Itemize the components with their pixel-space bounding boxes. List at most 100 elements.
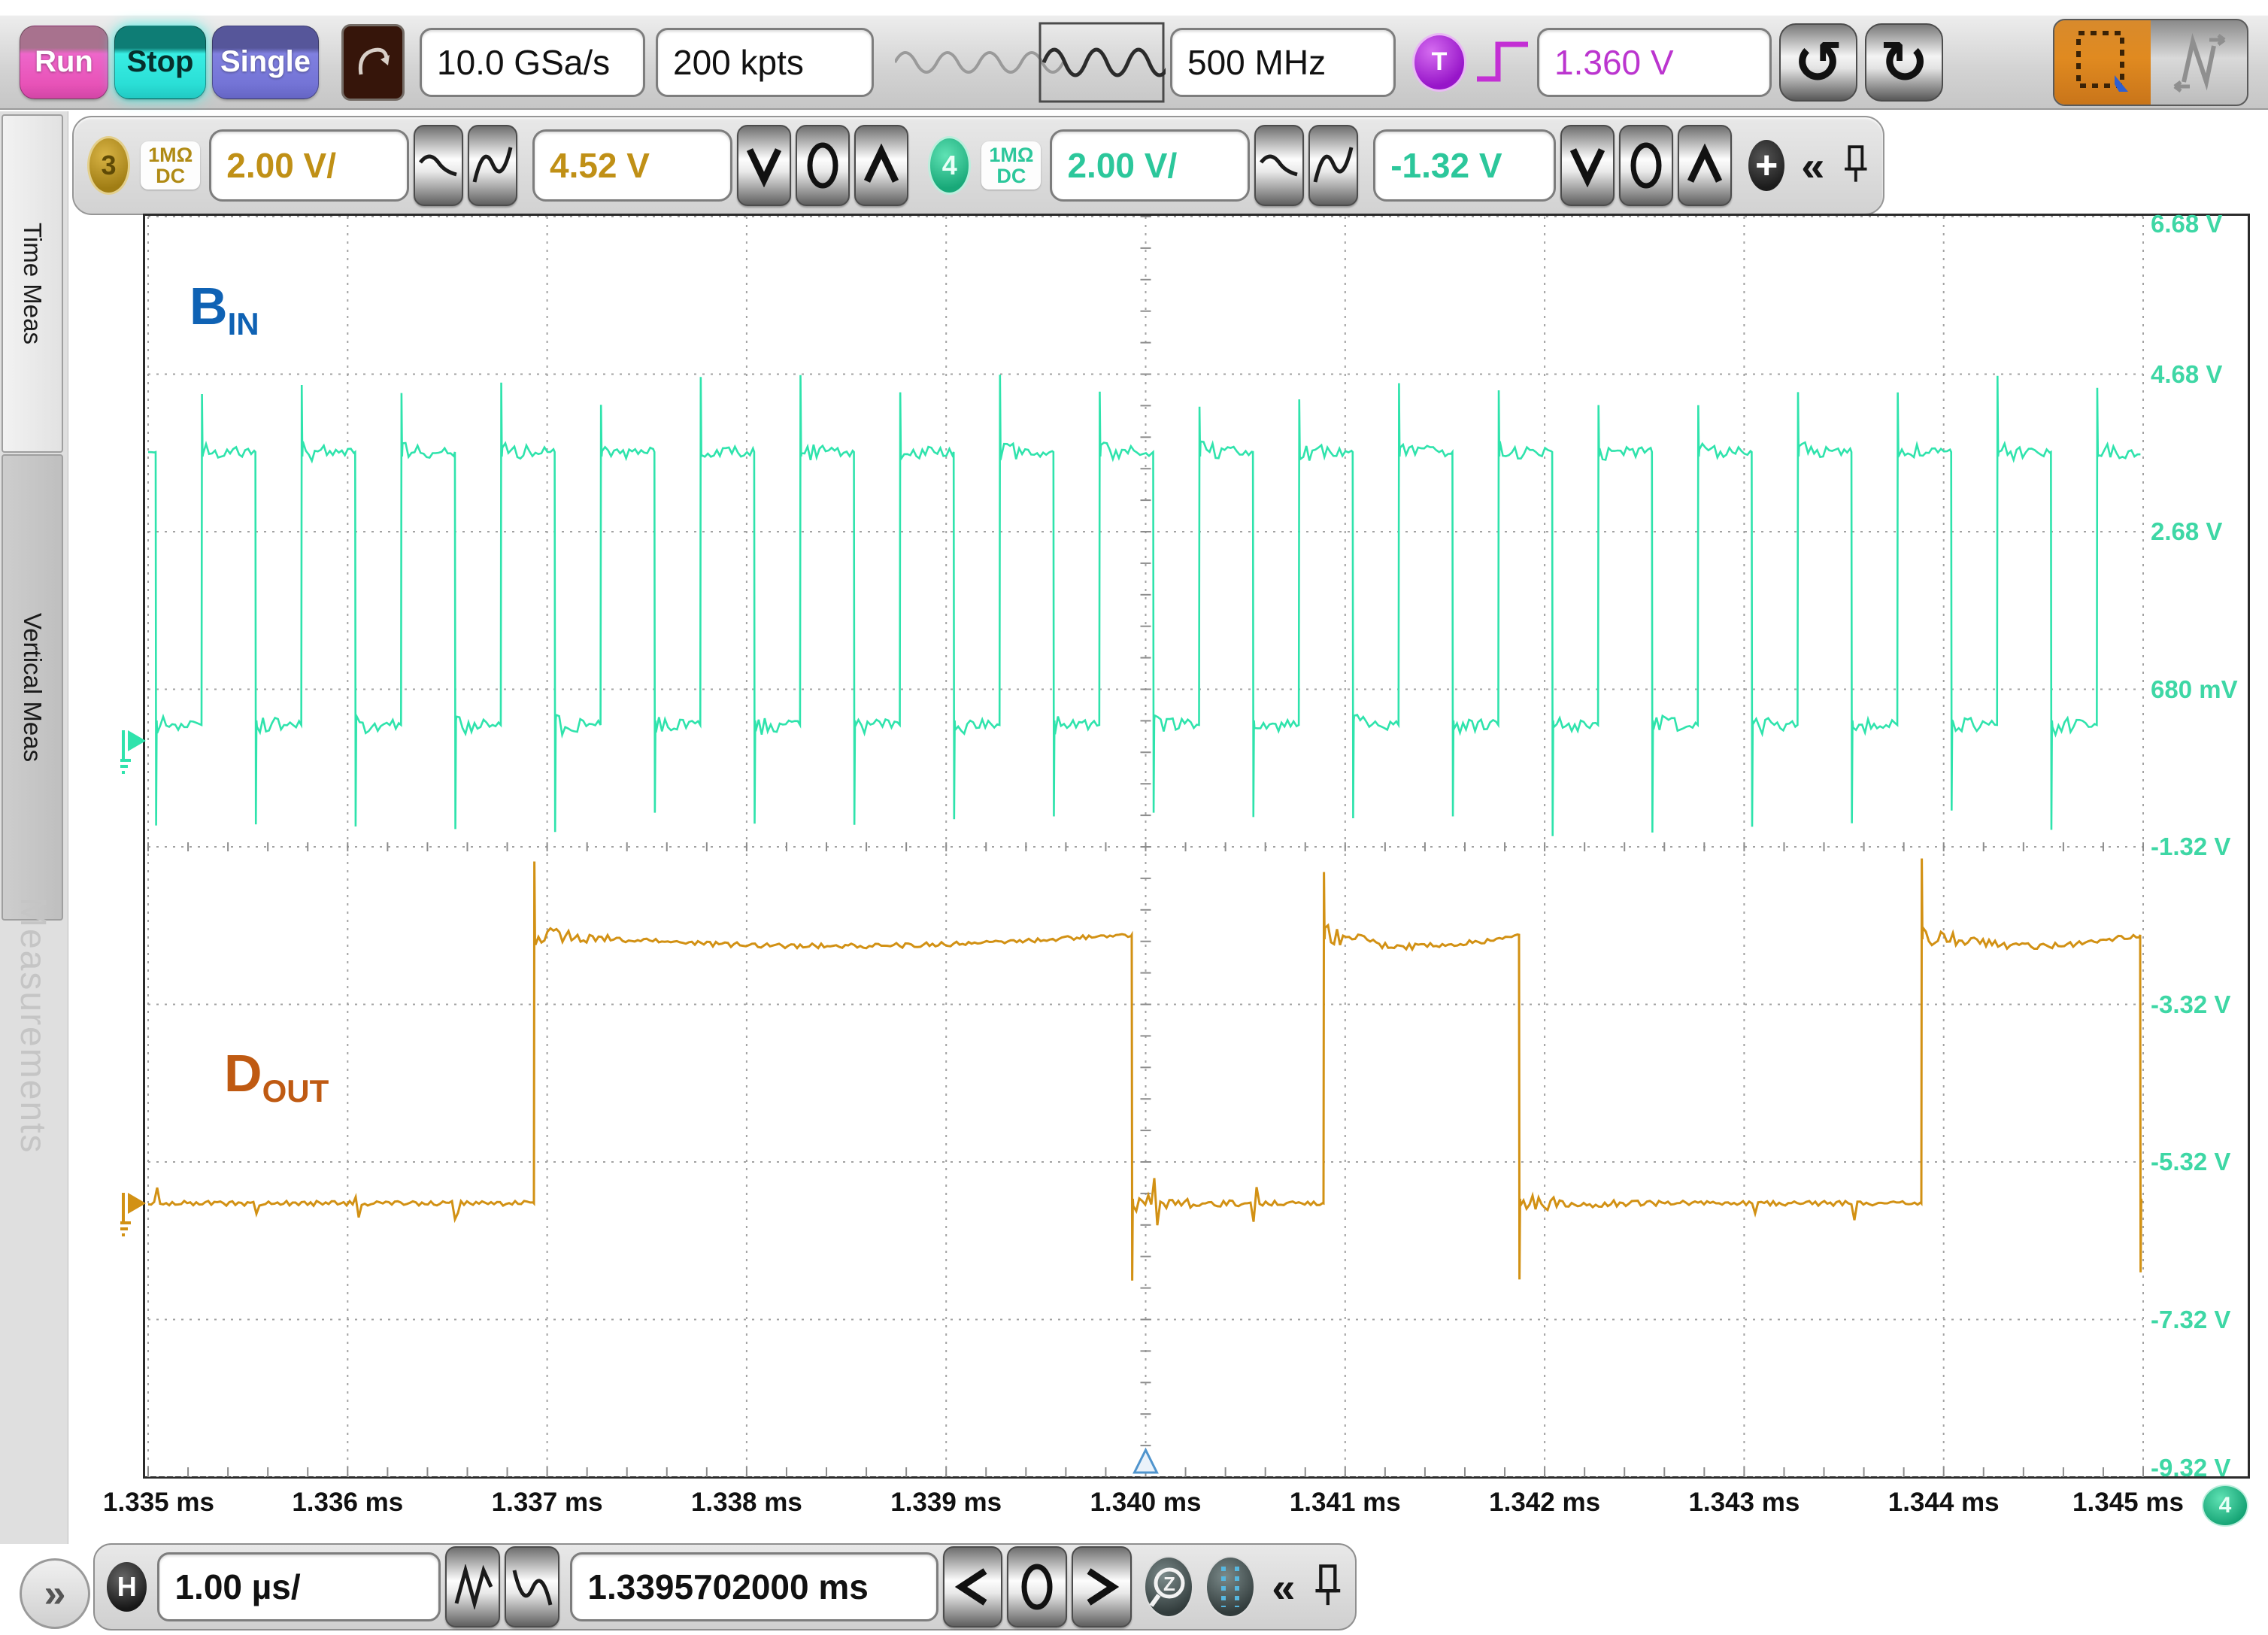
channel-4-impedance: 1MΩ xyxy=(989,144,1033,165)
trigger-symbol: T xyxy=(1432,47,1448,77)
expand-panel-button[interactable]: » xyxy=(20,1558,90,1629)
h-badge-label: H xyxy=(117,1571,137,1603)
channel-4-ground-marker[interactable] xyxy=(120,730,146,772)
annotation-d-out: DOUT xyxy=(224,1047,329,1107)
channel-3-offset-up-button[interactable] xyxy=(854,125,908,206)
undo-button[interactable]: ↺ xyxy=(1779,23,1857,102)
horizontal-mode-badge[interactable]: H xyxy=(107,1562,147,1612)
channel-4-offset-value: -1.32 V xyxy=(1390,145,1502,186)
channel-3-scale-coarse-button[interactable] xyxy=(468,125,517,206)
position-left-button[interactable] xyxy=(943,1546,1003,1627)
acquire-mode-button[interactable] xyxy=(341,24,405,101)
time-label: 1.340 ms xyxy=(1090,1488,1202,1518)
trigger-position-marker[interactable] xyxy=(1135,1450,1157,1473)
channel-3-offset-field[interactable]: 4.52 V xyxy=(532,129,732,202)
chevron-down-icon xyxy=(1567,144,1608,187)
time-label: 1.345 ms xyxy=(2072,1488,2184,1518)
position-right-button[interactable] xyxy=(1072,1546,1132,1627)
timebase-zoom-button[interactable] xyxy=(445,1546,500,1627)
cursors-icon xyxy=(1208,1562,1252,1612)
annotation-b-in: BIN xyxy=(190,280,259,340)
tab-time-meas-label: Time Meas xyxy=(18,223,47,344)
add-channel-button[interactable]: + xyxy=(1748,140,1784,191)
channel-3-offset-zero-button[interactable] xyxy=(796,125,850,206)
time-label: 1.343 ms xyxy=(1688,1488,1800,1518)
channel-4-badge[interactable]: 4 xyxy=(928,136,971,195)
small-wave-icon xyxy=(1258,149,1300,182)
small-wave-icon xyxy=(417,149,459,182)
zero-icon xyxy=(1017,1562,1057,1612)
zoom-mode-button[interactable]: Z xyxy=(1144,1556,1193,1618)
bandwidth-sine-boxed-icon[interactable] xyxy=(1038,17,1166,108)
bandwidth-value: 500 MHz xyxy=(1187,42,1326,83)
channel-3-scale-value: 2.00 V/ xyxy=(226,145,336,186)
channel-3-offset-down-button[interactable] xyxy=(737,125,791,206)
annotation-b-in-main: B xyxy=(190,277,228,335)
channel-3-scale-fine-button[interactable] xyxy=(414,125,463,206)
trigger-level-field[interactable]: 1.360 V xyxy=(1537,28,1772,97)
channel-3-scale-field[interactable]: 2.00 V/ xyxy=(209,129,409,202)
horizontal-position-value: 1.3395702000 ms xyxy=(587,1567,868,1607)
waveform-canvas[interactable] xyxy=(120,215,2248,1477)
stop-button[interactable]: Stop xyxy=(114,26,206,99)
waveform-transfer-button[interactable] xyxy=(2151,20,2247,105)
time-label: 1.338 ms xyxy=(691,1488,802,1518)
zero-icon xyxy=(802,141,843,190)
channel-4-offset-up-button[interactable] xyxy=(1678,125,1732,206)
voltage-label: 2.68 V xyxy=(2151,517,2245,546)
pin-hbar-button[interactable] xyxy=(1313,1560,1343,1614)
undo-icon: ↺ xyxy=(1793,33,1842,92)
channel-4-offset-down-button[interactable] xyxy=(1560,125,1615,206)
channel-4-coupling[interactable]: 1MΩ DC xyxy=(981,141,1041,190)
collapse-hbar-button[interactable]: « xyxy=(1272,1563,1295,1612)
trace-channel-4 xyxy=(148,375,2140,836)
redo-icon: ↻ xyxy=(1879,33,1928,92)
horizontal-toolbar: H 1.00 µs/ 1.3395702000 ms xyxy=(93,1543,1357,1630)
channel-toolbar: 3 1MΩ DC 2.00 V/ 4.52 V xyxy=(72,116,1884,215)
horizontal-position-field[interactable]: 1.3395702000 ms xyxy=(570,1552,938,1621)
waveform-arrows-icon xyxy=(2167,29,2230,96)
pin-toolbar-button[interactable] xyxy=(1842,138,1869,193)
position-zero-button[interactable] xyxy=(1007,1546,1067,1627)
plus-icon: + xyxy=(1755,143,1778,188)
channel-3-number: 3 xyxy=(102,150,117,181)
sample-rate-value: 10.0 GSa/s xyxy=(437,42,610,83)
timebase-fine-button[interactable] xyxy=(505,1546,559,1627)
channel-4-scale-coarse-button[interactable] xyxy=(1308,125,1358,206)
tab-time-meas[interactable]: Time Meas xyxy=(2,114,63,453)
channel-3-coupling[interactable]: 1MΩ DC xyxy=(141,141,200,190)
annotation-b-in-sub: IN xyxy=(228,306,259,341)
chevron-right-icon xyxy=(1081,1565,1122,1609)
axis-channel-4-badge[interactable]: 4 xyxy=(2202,1485,2248,1527)
channel-4-scale-field[interactable]: 2.00 V/ xyxy=(1050,129,1250,202)
cursors-button[interactable] xyxy=(1205,1556,1255,1618)
channel-3-badge[interactable]: 3 xyxy=(87,136,130,195)
time-label: 1.335 ms xyxy=(103,1488,214,1518)
channel-4-offset-field[interactable]: -1.32 V xyxy=(1373,129,1556,202)
redo-button[interactable]: ↻ xyxy=(1865,23,1943,102)
channel-4-scale-fine-button[interactable] xyxy=(1254,125,1304,206)
trigger-edge-rising-icon[interactable] xyxy=(1472,32,1534,93)
left-sidebar: Time Meas Vertical Meas Measurements xyxy=(0,111,68,1544)
channel-3-ground-marker[interactable] xyxy=(120,1193,146,1235)
dashed-selection-icon xyxy=(2072,29,2133,96)
voltage-label: -7.32 V xyxy=(2151,1306,2245,1334)
double-chevron-right-icon: » xyxy=(44,1571,66,1616)
tab-vertical-meas[interactable]: Vertical Meas xyxy=(2,454,63,921)
top-toolbar: Run Stop Single 10.0 GSa/s 200 kpts 50 xyxy=(0,15,2268,110)
chevron-up-icon xyxy=(1684,144,1725,187)
chevron-left-icon xyxy=(952,1565,993,1609)
collapse-toolbar-button[interactable]: « xyxy=(1801,141,1824,190)
sample-rate-field: 10.0 GSa/s xyxy=(420,28,645,97)
channel-4-offset-zero-button[interactable] xyxy=(1619,125,1673,206)
axis-channel-4-number: 4 xyxy=(2219,1493,2232,1518)
run-button[interactable]: Run xyxy=(20,26,108,99)
timebase-field[interactable]: 1.00 µs/ xyxy=(157,1552,441,1621)
selection-tool-button[interactable] xyxy=(2054,20,2151,105)
single-button[interactable]: Single xyxy=(212,26,319,99)
annotation-d-out-main: D xyxy=(224,1044,262,1103)
channel-4-scale-value: 2.00 V/ xyxy=(1067,145,1177,186)
measurements-watermark: Measurements xyxy=(12,897,53,1154)
chevron-down-icon xyxy=(744,144,784,187)
trigger-menu-button[interactable]: T xyxy=(1412,33,1466,92)
